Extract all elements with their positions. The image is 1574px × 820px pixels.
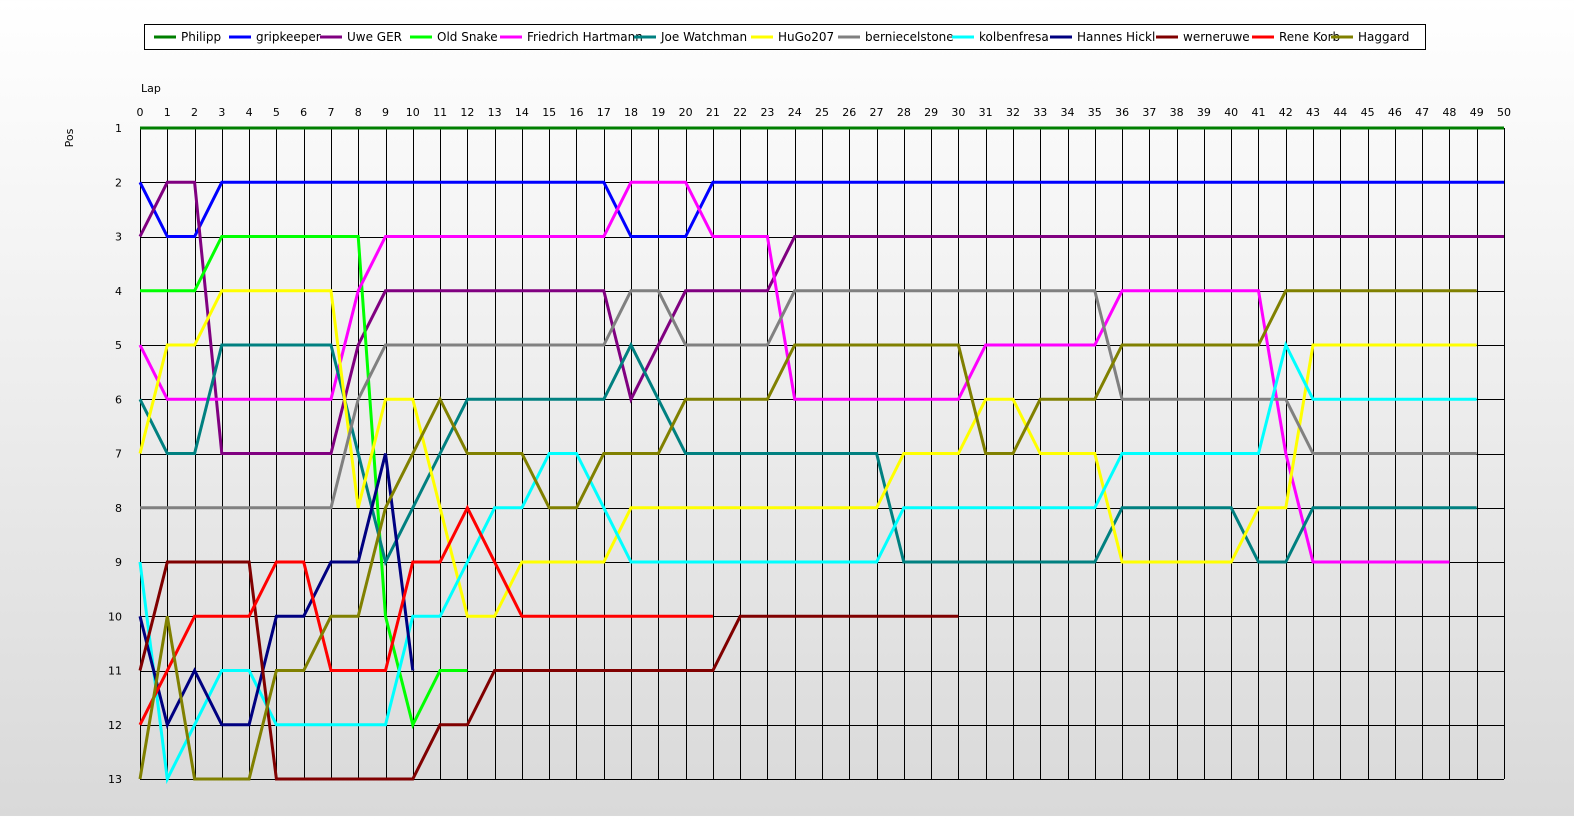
x-tick-label: 10 bbox=[406, 106, 420, 119]
x-tick-label: 43 bbox=[1306, 106, 1320, 119]
x-tick-label: 46 bbox=[1388, 106, 1402, 119]
y-tick-label: 8 bbox=[115, 502, 122, 515]
x-tick-label: 41 bbox=[1251, 106, 1265, 119]
chart-canvas: Philipp gripkeeper Uwe GER Old Snake Friedri… bbox=[63, 24, 1511, 786]
y-tick-label: 12 bbox=[108, 719, 122, 732]
x-tick-label: 13 bbox=[488, 106, 502, 119]
y-axis-label: Pos bbox=[63, 128, 76, 147]
x-tick-label: 25 bbox=[815, 106, 829, 119]
legend-label: HuGo207 bbox=[778, 30, 834, 44]
y-tick-label: 2 bbox=[115, 176, 122, 189]
x-tick-label: 42 bbox=[1279, 106, 1293, 119]
x-tick-label: 20 bbox=[679, 106, 693, 119]
x-tick-label: 16 bbox=[569, 106, 583, 119]
x-tick-label: 18 bbox=[624, 106, 638, 119]
x-tick-label: 17 bbox=[597, 106, 611, 119]
y-tick-label: 10 bbox=[108, 610, 122, 623]
y-tick-label: 5 bbox=[115, 339, 122, 352]
x-tick-label: 30 bbox=[951, 106, 965, 119]
legend-label: Friedrich Hartmann bbox=[527, 30, 643, 44]
y-tick-label: 6 bbox=[115, 393, 122, 406]
x-tick-label: 8 bbox=[355, 106, 362, 119]
legend-label: gripkeeper bbox=[256, 30, 321, 44]
y-tick-label: 7 bbox=[115, 448, 122, 461]
x-tick-label: 9 bbox=[382, 106, 389, 119]
x-tick-label: 22 bbox=[733, 106, 747, 119]
x-tick-label: 14 bbox=[515, 106, 529, 119]
x-tick-label: 50 bbox=[1497, 106, 1511, 119]
x-tick-label: 44 bbox=[1333, 106, 1347, 119]
x-tick-label: 47 bbox=[1415, 106, 1429, 119]
y-tick-label: 9 bbox=[115, 556, 122, 569]
y-tick-label: 1 bbox=[115, 122, 122, 135]
x-tick-label: 19 bbox=[651, 106, 665, 119]
x-tick-label: 24 bbox=[788, 106, 802, 119]
x-axis-label: Lap bbox=[141, 82, 161, 95]
y-tick-label: 3 bbox=[115, 231, 122, 244]
x-tick-label: 32 bbox=[1006, 106, 1020, 119]
legend-label: kolbenfresa bbox=[979, 30, 1049, 44]
x-tick-label: 29 bbox=[924, 106, 938, 119]
y-tick-label: 4 bbox=[115, 285, 122, 298]
x-tick-label: 5 bbox=[273, 106, 280, 119]
x-tick-label: 0 bbox=[137, 106, 144, 119]
legend-label: Uwe GER bbox=[347, 30, 402, 44]
x-tick-label: 4 bbox=[246, 106, 253, 119]
legend-label: Joe Watchman bbox=[660, 30, 747, 44]
axis-labels: Lap Pos bbox=[63, 82, 161, 147]
legend-label: Old Snake bbox=[437, 30, 498, 44]
x-tick-label: 26 bbox=[842, 106, 856, 119]
x-tick-label: 34 bbox=[1061, 106, 1075, 119]
x-tick-label: 49 bbox=[1470, 106, 1484, 119]
legend-label: Philipp bbox=[181, 30, 221, 44]
y-tick-label: 11 bbox=[108, 665, 122, 678]
y-tick-label: 13 bbox=[108, 773, 122, 786]
x-tick-label: 12 bbox=[460, 106, 474, 119]
x-tick-label: 36 bbox=[1115, 106, 1129, 119]
x-tick-label: 6 bbox=[300, 106, 307, 119]
plot-grid: 0 1 2 3 4 5 6 7 8 9 10 11 12 13 14 15 16 17 18 19 20 21 22 23 24… bbox=[108, 106, 1511, 786]
x-tick-label: 31 bbox=[979, 106, 993, 119]
position-chart: Philipp gripkeeper Uwe GER Old Snake Friedri… bbox=[0, 0, 1574, 816]
x-tick-label: 2 bbox=[191, 106, 198, 119]
x-tick-label: 48 bbox=[1442, 106, 1456, 119]
x-tick-label: 21 bbox=[706, 106, 720, 119]
x-tick-label: 40 bbox=[1224, 106, 1238, 119]
x-tick-label: 35 bbox=[1088, 106, 1102, 119]
legend-label: Hannes Hickl bbox=[1077, 30, 1155, 44]
x-tick-label: 15 bbox=[542, 106, 556, 119]
x-tick-label: 45 bbox=[1361, 106, 1375, 119]
x-tick-label: 3 bbox=[218, 106, 225, 119]
legend: Philipp gripkeeper Uwe GER Old Snake Friedri… bbox=[144, 24, 1426, 50]
x-tick-label: 1 bbox=[164, 106, 171, 119]
legend-label: Rene Korb bbox=[1279, 30, 1340, 44]
series-line-old-snake bbox=[140, 235, 468, 730]
x-tick-label: 28 bbox=[897, 106, 911, 119]
x-tick-label: 37 bbox=[1142, 106, 1156, 119]
x-tick-label: 38 bbox=[1170, 106, 1184, 119]
x-tick-label: 23 bbox=[760, 106, 774, 119]
x-tick-label: 7 bbox=[327, 106, 334, 119]
x-tick-label: 39 bbox=[1197, 106, 1211, 119]
legend-label: Haggard bbox=[1358, 30, 1409, 44]
x-tick-label: 11 bbox=[433, 106, 447, 119]
legend-label: werneruwe bbox=[1183, 30, 1250, 44]
x-tick-label: 27 bbox=[870, 106, 884, 119]
x-tick-label: 33 bbox=[1033, 106, 1047, 119]
legend-label: berniecelstone bbox=[865, 30, 954, 44]
